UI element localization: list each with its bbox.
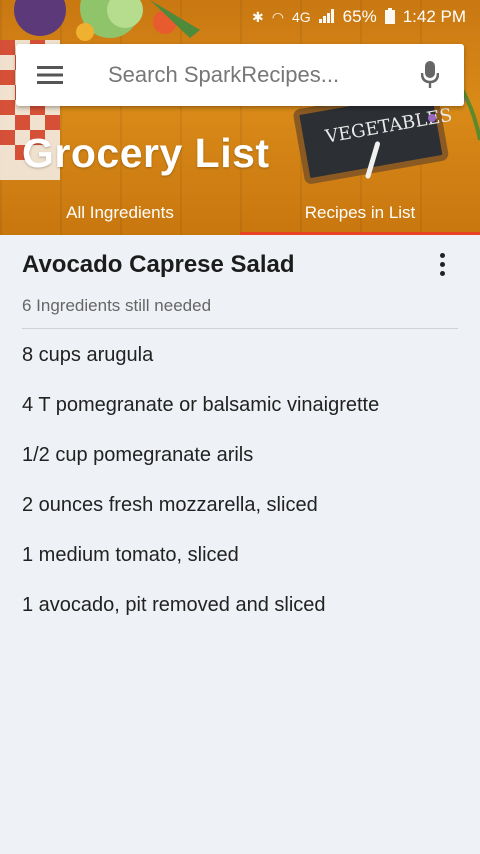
microphone-icon	[421, 61, 439, 88]
ingredient-item[interactable]: 4 T pomegranate or balsamic vinaigrette	[22, 391, 379, 441]
battery-icon	[384, 7, 395, 27]
signal-icon	[318, 8, 335, 26]
wifi-icon: ◠	[271, 8, 284, 25]
ingredient-list: 8 cups arugula 4 T pomegranate or balsam…	[22, 341, 379, 641]
status-bar: ✱ ◠ 4G 65% 1:42 PM	[0, 0, 480, 34]
header-banner: VEGETABLES ✱ ◠ 4G 65% 1:42 PM Search Spa…	[0, 0, 480, 235]
recipe-title: Avocado Caprese Salad	[22, 251, 295, 278]
bluetooth-icon: ✱	[252, 8, 264, 25]
divider	[22, 328, 458, 329]
ingredient-item[interactable]: 1 medium tomato, sliced	[22, 541, 379, 591]
voice-search-button[interactable]	[396, 44, 464, 106]
hamburger-menu-button[interactable]	[16, 44, 84, 106]
page-title: Grocery List	[22, 130, 270, 176]
tab-all-ingredients[interactable]: All Ingredients	[0, 190, 240, 235]
clock: 1:42 PM	[402, 7, 466, 26]
network-type-icon: 4G	[291, 9, 311, 25]
search-bar	[16, 44, 464, 106]
ingredient-item[interactable]: 1/2 cup pomegranate arils	[22, 441, 379, 491]
search-input[interactable]	[84, 55, 396, 95]
more-options-button[interactable]	[430, 249, 454, 279]
ingredient-item[interactable]: 2 ounces fresh mozzarella, sliced	[22, 491, 379, 541]
ingredient-item[interactable]: 8 cups arugula	[22, 341, 379, 391]
menu-icon	[37, 66, 63, 84]
tab-recipes-in-list[interactable]: Recipes in List	[240, 190, 480, 235]
more-vert-icon	[439, 252, 445, 258]
battery-percent: 65%	[342, 7, 377, 26]
tab-bar: All Ingredients Recipes in List	[0, 190, 480, 235]
ingredient-item[interactable]: 1 avocado, pit removed and sliced	[22, 591, 379, 641]
ingredients-status: 6 Ingredients still needed	[22, 296, 212, 315]
